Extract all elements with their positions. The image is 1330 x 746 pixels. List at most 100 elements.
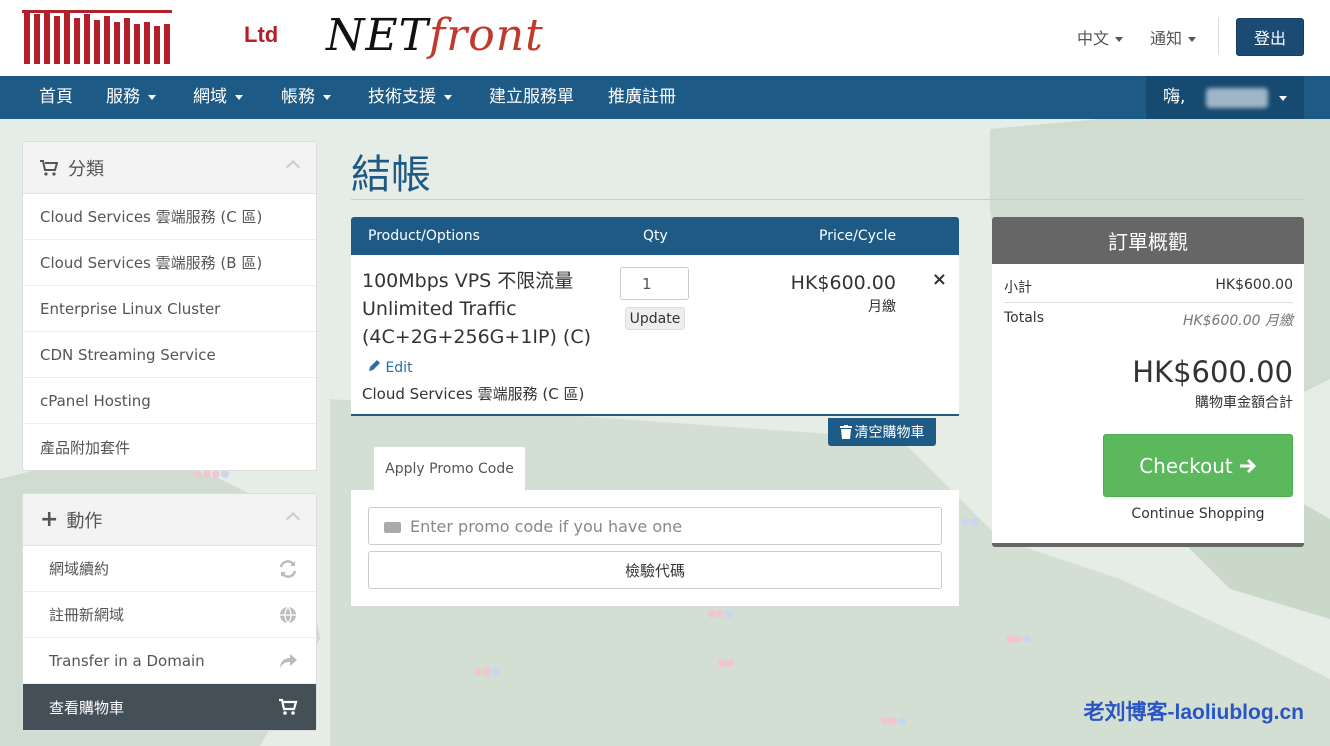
promo-code-input[interactable]: Enter promo code if you have one [368, 507, 942, 545]
category-item[interactable]: Cloud Services 雲端服務 (B 區) [23, 240, 316, 286]
product-price: HK$600.00 [790, 272, 896, 294]
edit-label: Edit [385, 360, 413, 376]
categories-panel: 分類 Cloud Services 雲端服務 (C 區) Cloud Servi… [22, 141, 317, 471]
total-amount: HK$600.00 [1132, 355, 1293, 389]
categories-title: 分類 [68, 158, 104, 180]
shopping-cart-icon [40, 159, 58, 176]
language-label: 中文 [1077, 29, 1110, 48]
subtotal-value: HK$600.00 [1215, 277, 1293, 293]
page-title: 結帳 [351, 152, 431, 198]
cart-table: Product/Options Qty Price/Cycle 100Mbps … [351, 217, 959, 416]
company-logo-icon[interactable] [22, 8, 172, 66]
action-label: 註冊新網域 [49, 606, 125, 624]
action-label: Transfer in a Domain [49, 651, 205, 670]
update-quantity-button[interactable]: Update [625, 307, 685, 330]
action-register-domain[interactable]: 註冊新網域 [23, 592, 316, 638]
pencil-icon [369, 360, 380, 371]
chevron-down-icon [148, 94, 156, 100]
nav-open-ticket[interactable]: 建立服務單 [489, 76, 574, 119]
summary-divider [1004, 302, 1293, 303]
globe-icon [280, 606, 296, 624]
logo-front: front [428, 10, 544, 61]
col-qty: Qty [643, 228, 668, 244]
product-name-line: Unlimited Traffic [362, 298, 517, 320]
action-domain-renewal[interactable]: 網域續約 [23, 546, 316, 592]
notifications-label: 通知 [1150, 29, 1183, 48]
shopping-cart-icon [279, 698, 298, 715]
category-item[interactable]: Enterprise Linux Cluster [23, 286, 316, 332]
nav-services-label: 服務 [106, 87, 140, 107]
totals-value: HK$600.00 月繳 [1182, 313, 1293, 329]
action-transfer-domain[interactable]: Transfer in a Domain [23, 638, 316, 684]
total-amount-label: 購物車金額合計 [1195, 395, 1293, 411]
nav-billing-label: 帳務 [281, 87, 315, 107]
tab-apply-promo-code[interactable]: Apply Promo Code [373, 446, 526, 491]
chevron-down-icon [235, 94, 243, 100]
totals-row: Totals HK$600.00 月繳 [1004, 310, 1293, 330]
nav-support-label: 技術支援 [368, 87, 436, 107]
logo-netfront-text[interactable]: NETfront [326, 10, 544, 61]
empty-cart-label: 清空購物車 [854, 425, 925, 441]
top-header: Ltd NETfront 中文 通知 登出 [0, 0, 1330, 76]
chevron-up-icon[interactable] [285, 159, 301, 175]
language-dropdown[interactable]: 中文 [1077, 25, 1124, 49]
nav-affiliates[interactable]: 推廣註冊 [608, 76, 676, 119]
col-price: Price/Cycle [819, 228, 897, 244]
cart-table-header: Product/Options Qty Price/Cycle [351, 217, 959, 255]
ticket-icon [384, 522, 401, 533]
category-item[interactable]: Cloud Services 雲端服務 (C 區) [23, 194, 316, 240]
product-name-line: (4C+2G+256G+1IP) (C) [362, 326, 592, 348]
billing-cycle: 月繳 [868, 299, 896, 315]
categories-panel-header[interactable]: 分類 [23, 142, 316, 194]
refresh-icon [279, 560, 297, 578]
edit-product-link[interactable]: Edit [368, 359, 413, 376]
checkout-label: Checkout [1139, 453, 1233, 478]
share-arrow-icon [280, 654, 297, 668]
logout-button[interactable]: 登出 [1236, 18, 1304, 56]
category-item[interactable]: CDN Streaming Service [23, 332, 316, 378]
nav-services[interactable]: 服務 [106, 76, 156, 119]
product-group: Cloud Services 雲端服務 (C 區) [362, 385, 585, 403]
category-item[interactable]: cPanel Hosting [23, 378, 316, 424]
order-summary: 訂單概觀 小計 HK$600.00 Totals HK$600.00 月繳 HK… [992, 217, 1304, 547]
promo-placeholder: Enter promo code if you have one [410, 516, 683, 536]
actions-panel-header[interactable]: + 動作 [23, 494, 316, 546]
action-view-cart[interactable]: 查看購物車 [23, 684, 316, 730]
chevron-down-icon [1279, 96, 1287, 101]
notifications-dropdown[interactable]: 通知 [1150, 25, 1197, 49]
product-name-line: 100Mbps VPS 不限流量 [362, 270, 574, 292]
order-summary-title: 訂單概觀 [992, 217, 1304, 264]
validate-code-button[interactable]: 檢驗代碼 [368, 551, 942, 589]
chevron-down-icon [323, 94, 331, 100]
quantity-input[interactable]: 1 [620, 267, 689, 300]
main-navbar: 首頁 服務 網域 帳務 技術支援 建立服務單 推廣註冊 嗨, [0, 76, 1330, 119]
remove-item-close-icon[interactable]: × [932, 269, 947, 290]
nav-domains-label: 網域 [193, 87, 227, 107]
header-divider [1218, 18, 1219, 54]
actions-title: 動作 [66, 510, 103, 532]
checkout-button[interactable]: Checkout [1103, 434, 1293, 497]
nav-domains[interactable]: 網域 [193, 76, 243, 119]
trash-icon [839, 425, 852, 439]
chevron-down-icon [1188, 37, 1197, 42]
subtotal-row: 小計 HK$600.00 [1004, 277, 1293, 297]
logo-net: NET [326, 10, 429, 61]
title-divider [351, 199, 1304, 200]
plus-icon: + [40, 507, 59, 532]
continue-shopping-link[interactable]: Continue Shopping [1103, 506, 1293, 522]
col-product: Product/Options [368, 228, 480, 244]
chevron-down-icon [444, 94, 452, 100]
action-label: 查看購物車 [49, 698, 125, 717]
blurred-username [1206, 88, 1268, 108]
chevron-down-icon [1115, 37, 1124, 42]
user-menu-dropdown[interactable]: 嗨, [1146, 76, 1304, 119]
totals-label: Totals [1004, 310, 1044, 326]
nav-home[interactable]: 首頁 [39, 76, 73, 119]
chevron-up-icon[interactable] [285, 511, 301, 527]
category-item[interactable]: 產品附加套件 [23, 424, 316, 470]
nav-billing[interactable]: 帳務 [281, 76, 331, 119]
watermark-text: 老刘博客-laoliublog.cn [1083, 701, 1305, 724]
empty-cart-button[interactable]: 清空購物車 [828, 418, 936, 446]
logo-ltd-text: Ltd [244, 22, 279, 47]
nav-support[interactable]: 技術支援 [368, 76, 452, 119]
